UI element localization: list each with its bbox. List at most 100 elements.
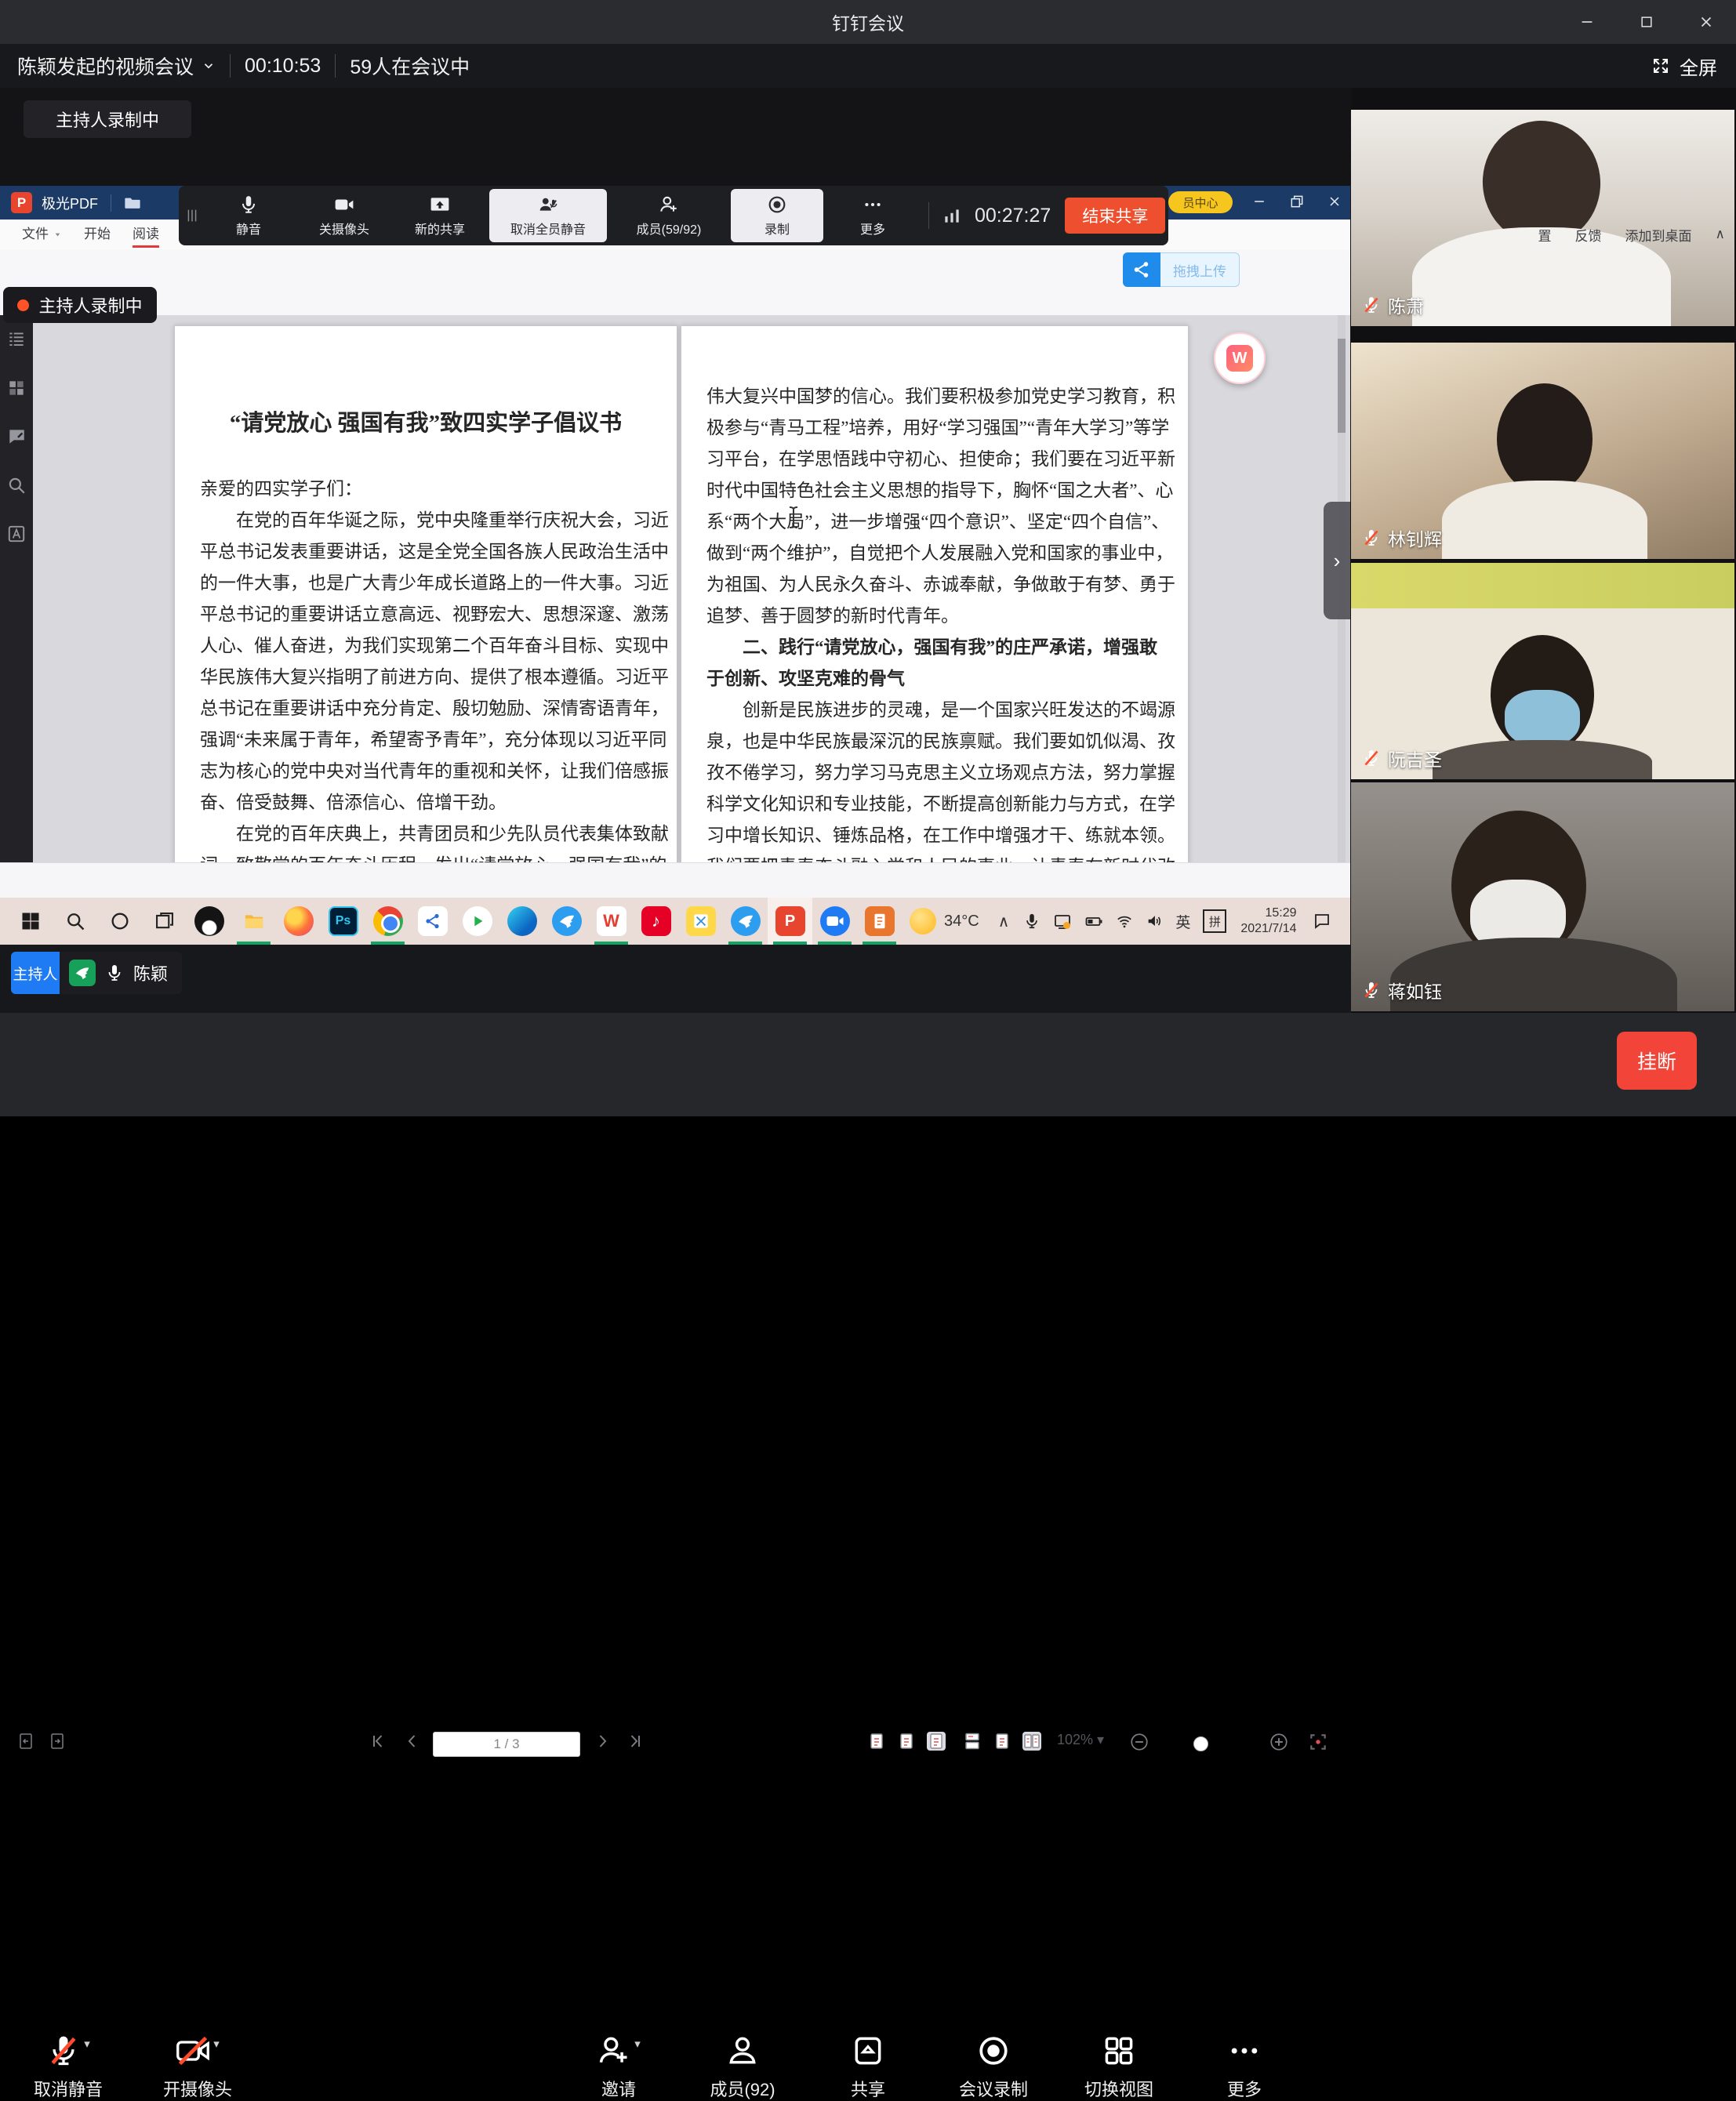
share-toolbar-record-button[interactable]: 录制 xyxy=(731,189,823,242)
end-share-button[interactable]: 结束共享 xyxy=(1065,198,1165,234)
taskbar-netdisk-icon[interactable] xyxy=(410,898,455,945)
pdf-menu-∧[interactable]: ∧ xyxy=(1716,227,1725,242)
weather-icon[interactable] xyxy=(910,908,936,934)
panel-expand-arrow[interactable]: › xyxy=(1324,502,1350,619)
zoom-slider-thumb[interactable] xyxy=(1193,1736,1208,1751)
taskbar-jiguang-pdf-icon[interactable]: P xyxy=(768,898,812,945)
taskbar-edge-icon[interactable] xyxy=(499,898,544,945)
taskbar-start-icon[interactable] xyxy=(8,898,53,945)
taskbar-chrome-icon[interactable] xyxy=(365,898,410,945)
control-grid-view-button[interactable]: 切换视图 xyxy=(1060,2034,1178,2101)
pdf-menu-置[interactable]: 置 xyxy=(1538,225,1552,245)
tray-expand-caret[interactable]: ∧ xyxy=(998,912,1010,931)
scrollbar-thumb[interactable] xyxy=(1338,339,1346,433)
history-back-icon[interactable] xyxy=(17,1732,36,1751)
control-camera-off-button[interactable]: ▾ 开摄像头 xyxy=(139,2034,256,2101)
taskbar-search-icon[interactable] xyxy=(53,898,97,945)
video-tile-3[interactable]: 阮吉圣 xyxy=(1351,563,1734,779)
hangup-button[interactable]: 挂断 xyxy=(1617,1032,1697,1090)
last-page-icon[interactable] xyxy=(626,1732,645,1751)
continuous-view-icon[interactable] xyxy=(963,1732,982,1751)
search-icon[interactable] xyxy=(6,475,27,495)
single-view-icon[interactable] xyxy=(993,1732,1011,1751)
notification-icon[interactable] xyxy=(1313,912,1331,931)
taskbar-netease-music-icon[interactable]: ♪ xyxy=(634,898,678,945)
fit-page-icon[interactable] xyxy=(897,1732,916,1751)
text-tool-icon[interactable] xyxy=(6,524,27,544)
history-forward-icon[interactable] xyxy=(47,1732,66,1751)
taskbar-snip-tool-icon[interactable] xyxy=(678,898,723,945)
pdf-close-icon[interactable] xyxy=(1327,194,1342,209)
tray-cast-icon[interactable] xyxy=(1053,912,1072,931)
first-page-icon[interactable] xyxy=(369,1732,387,1751)
share-toolbar-camera-button[interactable]: 关摄像头 xyxy=(298,189,390,242)
pdf-menu-文件[interactable]: 文件 xyxy=(22,220,62,249)
language-indicator[interactable]: 英 xyxy=(1175,911,1190,932)
share-toolbar-member-add-button[interactable]: 成员(59/92) xyxy=(610,189,728,242)
control-mic-muted-button[interactable]: ▾ 取消静音 xyxy=(9,2034,127,2101)
double-view-icon[interactable] xyxy=(1022,1732,1041,1751)
weather-temp[interactable]: 34°C xyxy=(944,913,979,931)
taskbar-dingtalk-2-icon[interactable] xyxy=(723,898,768,945)
control-record-button[interactable]: 会议录制 xyxy=(935,2034,1052,2101)
pdf-menu-阅读[interactable]: 阅读 xyxy=(133,220,159,249)
page-number-input[interactable]: 1 / 3 xyxy=(433,1732,580,1757)
next-page-icon[interactable] xyxy=(593,1732,612,1751)
taskbar-doc-orange-icon[interactable] xyxy=(857,898,902,945)
fit-actual-icon[interactable] xyxy=(867,1732,886,1751)
video-tile-1[interactable]: 陈萧 xyxy=(1351,110,1734,326)
taskbar-cortana-icon[interactable] xyxy=(97,898,142,945)
tray-mic-icon[interactable] xyxy=(1023,913,1041,930)
meeting-title-dropdown[interactable]: 陈颖发起的视频会议 xyxy=(17,52,216,80)
taskbar-photoshop-icon[interactable]: Ps xyxy=(321,898,365,945)
ime-indicator[interactable]: 拼 xyxy=(1203,909,1226,933)
video-tile-4[interactable]: 蒋如钰 xyxy=(1351,782,1734,1011)
pdf-menu-开始[interactable]: 开始 xyxy=(84,220,111,249)
zoom-out-icon[interactable] xyxy=(1129,1732,1149,1752)
taskbar-task-view-icon[interactable] xyxy=(142,898,187,945)
prev-page-icon[interactable] xyxy=(403,1732,422,1751)
taskbar-tencent-video-icon[interactable] xyxy=(455,898,499,945)
taskbar-qq-icon[interactable] xyxy=(187,898,231,945)
share-toolbar-mute-all-button[interactable]: 取消全员静音 xyxy=(489,189,607,242)
control-more-dots-button[interactable]: 更多 xyxy=(1186,2034,1303,2101)
clock[interactable]: 15:29 2021/7/14 xyxy=(1240,905,1296,937)
taskbar-dingtalk-icon[interactable] xyxy=(544,898,589,945)
tray-battery-icon[interactable] xyxy=(1084,912,1103,931)
maximize-button[interactable] xyxy=(1617,0,1676,44)
focus-mode-icon[interactable] xyxy=(1308,1732,1328,1752)
drag-upload-button[interactable]: 拖拽上传 xyxy=(1123,252,1240,287)
close-button[interactable] xyxy=(1676,0,1736,44)
folder-open-icon[interactable] xyxy=(124,194,141,212)
outline-icon[interactable] xyxy=(6,329,27,350)
tray-speaker-icon[interactable] xyxy=(1146,913,1163,930)
minimize-button[interactable] xyxy=(1557,0,1617,44)
share-toolbar-more-dots-button[interactable]: 更多 xyxy=(826,189,919,242)
pdf-menu-添加到桌面[interactable]: 添加到桌面 xyxy=(1625,225,1692,245)
tray-wifi-icon[interactable] xyxy=(1116,913,1133,930)
control-share-rect-button[interactable]: 共享 xyxy=(809,2034,927,2101)
pdf-menu-反馈[interactable]: 反馈 xyxy=(1575,225,1602,245)
share-toolbar-share-screen-button[interactable]: 新的共享 xyxy=(394,189,486,242)
document-page-1[interactable]: “请党放心 强国有我”致四实学子倡议书 亲爱的四实学子们： 在党的百年华诞之际，… xyxy=(174,325,677,862)
fit-width-icon[interactable] xyxy=(927,1732,946,1751)
fullscreen-button[interactable]: 全屏 xyxy=(1651,44,1717,88)
pdf-float-widget-button[interactable]: W xyxy=(1214,332,1266,384)
document-page-2[interactable]: 伟大复兴中国梦的信心。我们要积极参加党史学习教育，积极参与“青马工程”培养，用好… xyxy=(681,325,1189,862)
taskbar-meeting-camera-icon[interactable] xyxy=(812,898,857,945)
control-member-add-button[interactable]: ▾ 邀请 xyxy=(560,2034,677,2101)
member-center-badge[interactable]: 员中心 xyxy=(1168,191,1233,213)
comment-icon[interactable] xyxy=(6,426,27,447)
thumbnail-icon[interactable] xyxy=(6,378,27,398)
zoom-value-select[interactable]: 102% ▾ xyxy=(1057,1732,1104,1748)
share-toolbar-mic-button[interactable]: 静音 xyxy=(202,189,295,242)
taskbar-file-explorer-icon[interactable] xyxy=(231,898,276,945)
zoom-in-icon[interactable] xyxy=(1269,1732,1289,1752)
pdf-restore-icon[interactable] xyxy=(1289,194,1305,209)
taskbar-wps-icon[interactable]: W xyxy=(589,898,634,945)
taskbar-firefox-icon[interactable] xyxy=(276,898,321,945)
control-member-button[interactable]: 成员(92) xyxy=(684,2034,801,2101)
drag-handle-icon[interactable] xyxy=(183,204,201,227)
video-tile-2[interactable]: 林钊辉 xyxy=(1351,343,1734,559)
pdf-minimize-icon[interactable] xyxy=(1251,194,1267,209)
